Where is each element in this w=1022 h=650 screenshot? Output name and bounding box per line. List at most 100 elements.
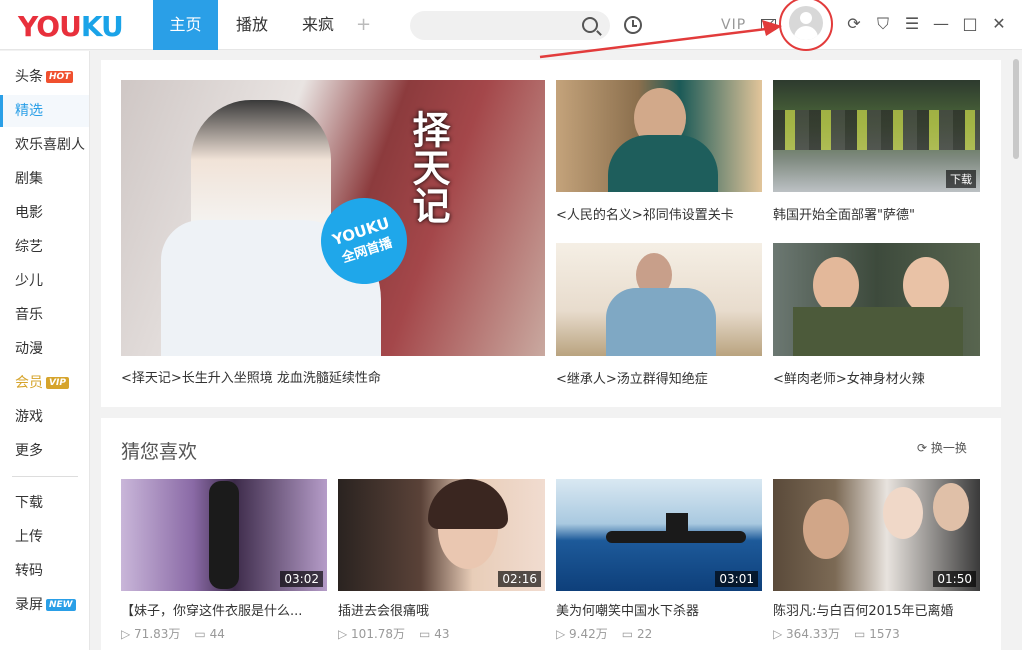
sidebar-item-label: 录屏 [15,597,43,613]
sidebar-item-featured[interactable]: 精选 [0,95,89,127]
comment-count-value: 44 [209,627,225,641]
face-shape [803,499,849,559]
skin-icon[interactable]: ⛉ [874,15,892,33]
sidebar-item-download[interactable]: 下载 [0,487,89,519]
comment-count-value: 1573 [869,627,900,641]
play-count-value: 101.78万 [351,627,406,641]
featured-caption-4[interactable]: <鲜肉老师>女神身材火辣 [773,368,980,387]
tab-play[interactable]: 播放 [224,0,280,50]
section-title: 猜您喜欢 [121,441,198,463]
video-title-2[interactable]: 插进去会很痛哦 [338,600,545,619]
featured-thumbnail-3[interactable] [556,243,762,356]
sidebar-item-label: 头条 [15,69,43,85]
duration-badge: 02:16 [498,571,541,587]
logo-part1: YOU [18,10,82,43]
figure-shape [209,481,239,589]
video-stats-2: ▷ 101.78万 ▭ 43 [338,625,463,642]
play-count: ▷ 101.78万 [338,627,406,641]
featured-main-caption[interactable]: <择天记>长生升入坐照境 龙血洗髓延续性命 [121,367,545,386]
refresh-recommendations-button[interactable]: ⟳ 换一换 [917,439,967,456]
minimize-icon[interactable]: — [932,15,950,33]
tab-home[interactable]: 主页 [153,0,218,50]
video-stats-4: ▷ 364.33万 ▭ 1573 [773,625,914,642]
featured-thumbnail-4[interactable] [773,243,980,356]
featured-caption-1[interactable]: <人民的名义>祁同伟设置关卡 [556,204,762,223]
sidebar-item-series[interactable]: 剧集 [0,163,89,195]
video-title-4[interactable]: 陈羽凡:与白百何2015年已离婚 [773,600,980,619]
duration-badge: 01:50 [933,571,976,587]
sidebar-item-upload[interactable]: 上传 [0,521,89,553]
sidebar-item-variety[interactable]: 综艺 [0,231,89,263]
logo-part2: KU [80,10,124,43]
scrollbar[interactable] [1010,51,1022,650]
youku-logo[interactable]: YOUKU [18,10,124,43]
sidebar-item-label: 会员 [15,375,43,391]
comment-count-value: 22 [636,627,653,641]
featured-caption-2[interactable]: 韩国开始全面部署"萨德" [773,204,980,223]
sidebar-divider [12,476,78,477]
poster-title: 择天记 [406,110,450,224]
play-count: ▷ 71.83万 [121,627,181,641]
comment-count: ▭ 43 [419,627,450,641]
video-title-3[interactable]: 美为何嘲笑中国水下杀器 [556,600,762,619]
video-thumbnail-2[interactable]: 02:16 [338,479,545,591]
crowd-shape [773,110,980,150]
play-count: ▷ 364.33万 [773,627,841,641]
sidebar-item-more[interactable]: 更多 [0,435,89,467]
featured-thumbnail-1[interactable] [556,80,762,192]
shirt-shape [608,135,718,192]
comment-count-value: 43 [434,627,450,641]
add-tab-button[interactable]: + [356,14,371,35]
featured-main-thumbnail[interactable]: 择天记 YOUKU 全网首播 [121,80,545,356]
video-title-1[interactable]: 【妹子，你穿这件衣服是什么... [121,600,327,619]
maximize-icon[interactable]: □ [961,15,979,33]
refresh-icon[interactable]: ⟳ [845,15,863,33]
featured-caption-3[interactable]: <继承人>汤立群得知绝症 [556,368,762,387]
play-count-value: 364.33万 [786,627,841,641]
video-stats-3: ▷ 9.42万 ▭ 22 [556,625,666,642]
hair-shape [428,479,508,529]
face-shape [933,483,969,531]
menu-icon[interactable]: ☰ [903,15,921,33]
video-thumbnail-1[interactable]: 03:02 [121,479,327,591]
featured-thumbnail-2[interactable]: 下载 [773,80,980,192]
sidebar-item-comedy[interactable]: 欢乐喜剧人 [0,129,89,161]
duration-badge: 03:01 [715,571,758,587]
play-count-value: 9.42万 [569,627,608,641]
sidebar-item-anime[interactable]: 动漫 [0,333,89,365]
scrollbar-thumb[interactable] [1013,59,1019,159]
refresh-icon: ⟳ [917,441,931,455]
annotation-arrow [539,20,782,59]
sidebar-item-record[interactable]: 录屏 NEW [0,589,89,621]
new-badge: NEW [46,599,76,611]
face-shape [903,257,949,313]
sidebar-item-kids[interactable]: 少儿 [0,265,89,297]
video-stats-1: ▷ 71.83万 ▭ 44 [121,625,239,642]
play-count: ▷ 9.42万 [556,627,608,641]
video-thumbnail-4[interactable]: 01:50 [773,479,980,591]
duration-badge: 03:02 [280,571,323,587]
comment-count: ▭ 1573 [854,627,900,641]
face-shape [813,257,859,313]
sidebar-item-transcode[interactable]: 转码 [0,555,89,587]
play-count-value: 71.83万 [134,627,181,641]
face-shape [883,487,923,539]
comment-count: ▭ 22 [621,627,653,641]
top-bar: YOUKU 主页 播放 来疯 + VIP ⟳ ⛉ ☰ — □ ✕ [0,0,1022,51]
download-tag[interactable]: 下载 [946,170,976,188]
sidebar-item-movies[interactable]: 电影 [0,197,89,229]
hot-badge: HOT [46,71,74,83]
sidebar: 头条 HOT 精选 欢乐喜剧人 剧集 电影 综艺 少儿 音乐 动漫 会员 VIP 游… [0,51,90,650]
sidebar-item-games[interactable]: 游戏 [0,401,89,433]
uniform-shape [793,307,963,356]
refresh-label: 换一换 [930,441,967,455]
sidebar-item-headlines[interactable]: 头条 HOT [0,61,89,93]
close-icon[interactable]: ✕ [990,15,1008,33]
comment-count: ▭ 44 [194,627,225,641]
vip-badge: VIP [46,377,69,389]
sidebar-item-membership[interactable]: 会员 VIP [0,367,89,399]
tab-laifeng[interactable]: 来疯 [290,0,346,50]
shawl-shape [606,288,716,356]
video-thumbnail-3[interactable]: 03:01 [556,479,762,591]
sidebar-item-music[interactable]: 音乐 [0,299,89,331]
